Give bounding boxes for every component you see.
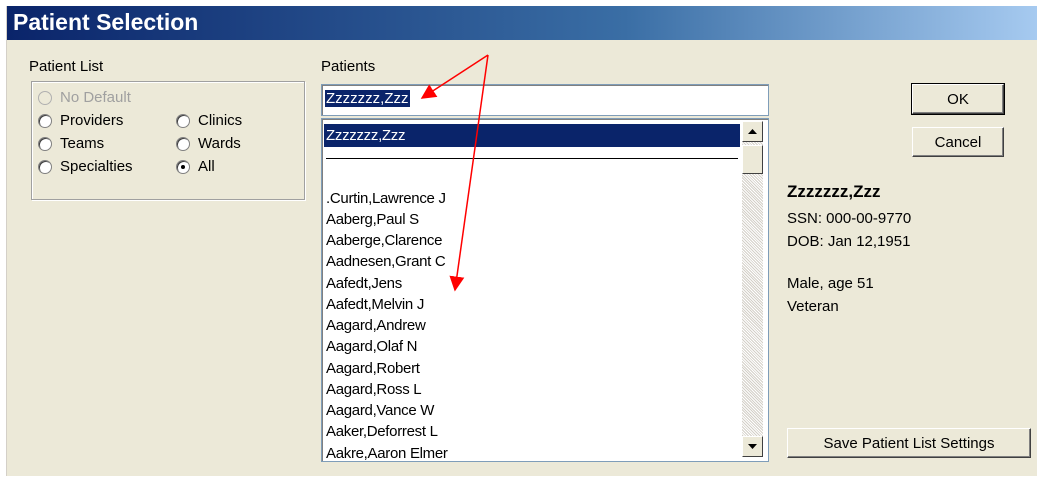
annotation-arrows — [420, 54, 489, 292]
annotation-arrow-to-search — [420, 54, 489, 99]
annotation-arrow-to-list — [449, 54, 489, 292]
